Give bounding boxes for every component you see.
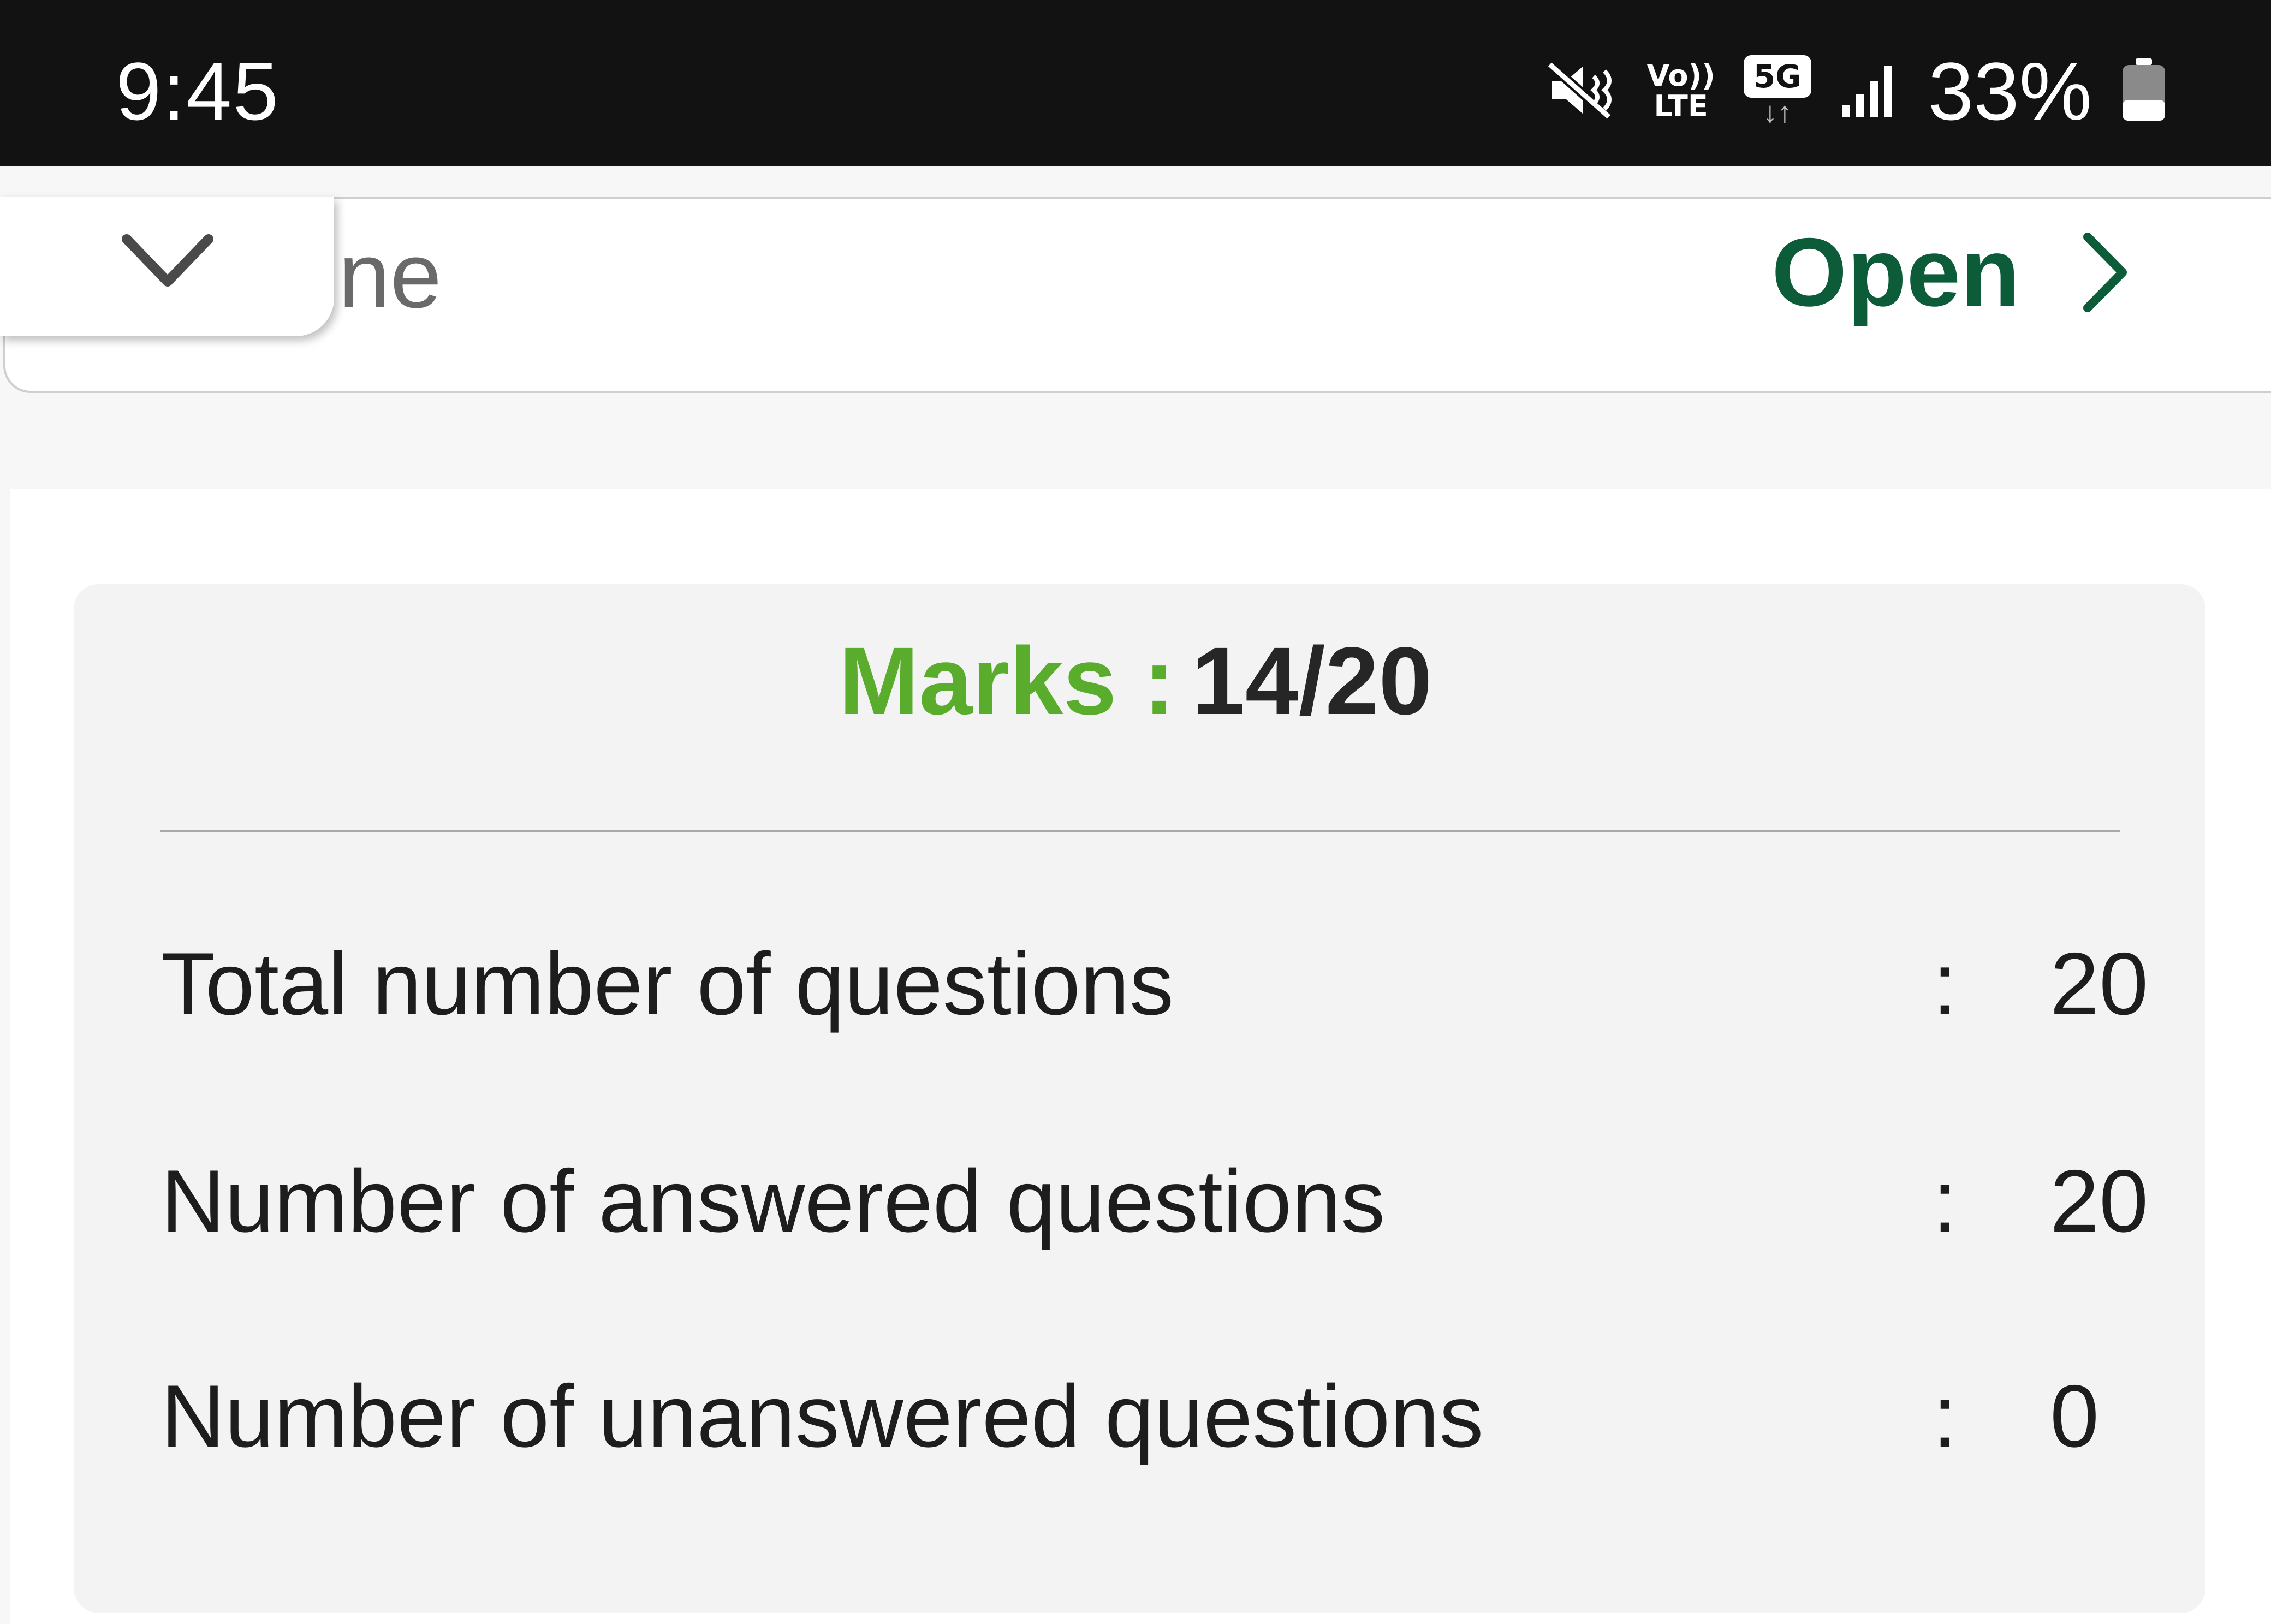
volte-bottom-label: LTE <box>1654 89 1708 123</box>
volte-icon: Vo)) LTE <box>1647 61 1715 122</box>
chevron-down-icon <box>122 234 213 287</box>
status-bar: 9:45 Vo)) LTE 5G ↓↑ 33% <box>0 0 2271 166</box>
status-time: 9:45 <box>116 45 280 137</box>
battery-percent: 33% <box>1928 45 2092 137</box>
mute-icon <box>1546 60 1619 123</box>
stat-row-unanswered: Number of unanswered questions : 0 <box>161 1367 2099 1466</box>
marks-label: Marks : <box>839 628 1175 735</box>
network-label: 5G <box>1743 55 1811 98</box>
divider <box>160 830 2120 832</box>
stat-row-answered: Number of answered questions : 20 <box>161 1152 2148 1251</box>
5g-icon: 5G ↓↑ <box>1743 55 1811 129</box>
stat-value: 20 <box>2050 935 2149 1033</box>
stat-value: 20 <box>2050 1152 2149 1251</box>
marks-heading: Marks :14/20 <box>0 633 2271 729</box>
stat-label: Number of unanswered questions <box>161 1367 1484 1466</box>
marks-value: 14/20 <box>1191 628 1432 735</box>
volte-top-label: Vo)) <box>1646 58 1715 93</box>
card-title-partial: ne <box>338 224 442 328</box>
stat-label: Total number of questions <box>161 935 1174 1033</box>
collapse-button[interactable] <box>0 197 334 336</box>
open-button[interactable]: Open <box>1771 224 2129 321</box>
network-arrows: ↓↑ <box>1762 96 1792 129</box>
stat-label: Number of answered questions <box>161 1152 1386 1251</box>
status-icons: Vo)) LTE 5G ↓↑ 33% <box>1546 45 2168 137</box>
chevron-right-icon <box>2083 233 2127 312</box>
stat-value: 0 <box>2050 1367 2100 1466</box>
stat-row-total: Total number of questions : 20 <box>161 935 2148 1033</box>
open-label: Open <box>1771 218 2020 326</box>
battery-icon <box>2120 57 2167 126</box>
signal-icon <box>1840 60 1900 123</box>
